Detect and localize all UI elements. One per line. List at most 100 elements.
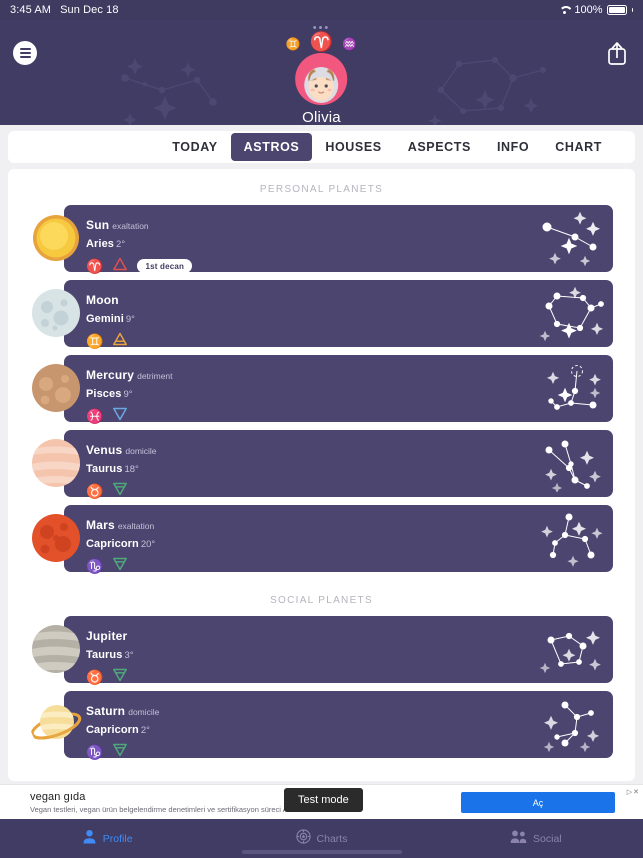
planet-dignity: exaltation <box>112 221 149 231</box>
ad-subtitle: Vegan testleri, vegan ürün belgelendirme… <box>30 804 299 814</box>
constellation-art-jupiter <box>535 620 607 683</box>
planet-sign: Gemini <box>86 313 124 325</box>
planet-card-mercury[interactable]: Mercury detriment Pisces 9° ♓ <box>30 355 613 424</box>
sign-glyph-icon: ♈ <box>86 258 104 274</box>
sign-glyph-icon: ♓ <box>86 408 104 424</box>
avatar[interactable] <box>295 53 348 105</box>
planet-name: Jupiter <box>86 629 128 643</box>
planet-icon-mercury <box>30 362 82 414</box>
planet-icon-sun <box>30 212 82 264</box>
planet-dignity: exaltation <box>117 521 155 531</box>
tab-bar: TODAY ASTROS HOUSES ASPECTS INFO CHART <box>8 131 635 163</box>
planet-sign: Taurus <box>86 649 123 661</box>
battery-tip <box>631 8 633 12</box>
element-earth-icon <box>112 667 128 688</box>
people-icon <box>510 829 527 849</box>
share-icon[interactable] <box>605 40 629 66</box>
planet-card-venus[interactable]: Venus domicile Taurus 18° ♉ <box>30 430 613 499</box>
element-earth-icon <box>112 481 128 502</box>
constellation-art-saturn <box>535 695 607 758</box>
nav-item-profile[interactable]: Profile <box>0 829 214 849</box>
planet-name: Saturn <box>86 704 126 718</box>
planet-name: Moon <box>86 293 119 307</box>
planet-sign: Capricorn <box>86 724 139 736</box>
planet-degree: 18° <box>124 464 139 475</box>
planet-dignity: domicile <box>128 707 160 717</box>
home-indicator <box>241 850 402 854</box>
planet-card-jupiter[interactable]: Jupiter Taurus 3° ♉ <box>30 616 613 685</box>
tab-aspects[interactable]: ASPECTS <box>395 133 484 161</box>
planet-icon-jupiter <box>30 623 82 675</box>
header-center: ♊ ♈ ♒ Olivia <box>286 32 358 125</box>
planet-degree: 20° <box>140 539 156 550</box>
ad-cta-button[interactable]: Aç <box>461 792 615 813</box>
tab-astros[interactable]: ASTROS <box>230 133 313 161</box>
planet-card-saturn[interactable]: Saturn domicile Capricorn 2° ♑ <box>30 691 613 760</box>
tab-chart[interactable]: CHART <box>542 133 615 161</box>
constellation-art-mercury <box>535 359 607 422</box>
nav-item-social[interactable]: Social <box>429 829 643 849</box>
wifi-icon <box>558 5 570 15</box>
nav-label: Social <box>533 832 562 845</box>
element-water-icon <box>112 406 128 427</box>
ad-close-icon[interactable]: ▷✕ <box>627 788 640 796</box>
nav-label: Profile <box>102 832 133 845</box>
bottom-navigation: Profile Charts Social <box>0 819 643 858</box>
planet-card-sun[interactable]: Sun exaltation Aries 2° ♈ 1st decan <box>30 205 613 274</box>
element-earth-icon <box>112 742 128 763</box>
planet-name: Mars <box>86 518 115 532</box>
planet-degree: 2° <box>140 725 150 736</box>
status-right: 100% <box>558 4 633 16</box>
card-background <box>64 616 613 683</box>
tab-today[interactable]: TODAY <box>159 133 230 161</box>
planet-icon-saturn <box>30 698 82 750</box>
card-background <box>64 280 613 347</box>
natal-chart-icon <box>295 828 311 849</box>
constellation-art-moon <box>535 284 607 347</box>
planet-card-moon[interactable]: Moon Gemini 9° ♊ <box>30 280 613 349</box>
planet-icon-moon <box>30 287 82 339</box>
planet-dignity: detriment <box>137 371 173 381</box>
constellation-art-venus <box>535 434 607 497</box>
rising-sign-glyph-icon: ♒ <box>342 37 358 51</box>
section-title-0: PERSONAL PLANETS <box>259 184 384 195</box>
planet-icon-venus <box>30 437 82 489</box>
tab-info[interactable]: INFO <box>484 133 542 161</box>
sign-glyph-icon: ♑ <box>86 558 104 574</box>
sign-glyph-icon: ♉ <box>86 483 104 499</box>
element-earth-icon <box>112 556 128 577</box>
profile-name: Olivia <box>302 109 341 125</box>
sign-glyph-icon: ♉ <box>86 669 104 685</box>
hamburger-menu-icon[interactable] <box>13 41 37 65</box>
background-constellation-right <box>428 56 547 125</box>
constellation-art-mars <box>535 509 607 572</box>
profile-header: ••• ♊ ♈ ♒ Olivia <box>0 20 643 125</box>
sign-glyph-icon: ♑ <box>86 744 104 760</box>
sign-glyph-icon: ♊ <box>86 333 104 349</box>
astros-content: PERSONAL PLANETS Sun exaltation Aries 2° ♈ 1st… <box>8 169 635 781</box>
planet-sign: Taurus <box>86 463 123 475</box>
planet-card-mars[interactable]: Mars exaltation Capricorn 20° ♑ <box>30 505 613 574</box>
person-icon <box>82 829 97 849</box>
element-air-icon <box>112 331 128 352</box>
planet-name: Mercury <box>86 368 135 382</box>
nav-label: Charts <box>316 832 348 845</box>
zodiac-glyph-row: ♊ ♈ ♒ <box>286 32 358 52</box>
planet-sign: Capricorn <box>86 538 139 550</box>
planet-degree: 2° <box>116 239 126 250</box>
planet-dignity: domicile <box>125 446 157 456</box>
planet-name: Venus <box>86 443 123 457</box>
constellation-art-sun <box>535 209 607 272</box>
status-date: Sun Dec 18 <box>60 4 119 16</box>
planet-degree: 9° <box>125 314 135 325</box>
status-left: 3:45 AM Sun Dec 18 <box>10 4 119 16</box>
nav-item-charts[interactable]: Charts <box>214 828 428 849</box>
element-fire-icon <box>112 256 128 277</box>
tab-houses[interactable]: HOUSES <box>312 133 394 161</box>
background-constellation-left <box>121 58 217 125</box>
planet-sign: Aries <box>86 238 115 250</box>
planet-sign: Pisces <box>86 388 122 400</box>
battery-percent: 100% <box>574 4 603 16</box>
test-mode-badge: Test mode <box>284 788 363 812</box>
section-title-1: SOCIAL PLANETS <box>270 595 373 606</box>
